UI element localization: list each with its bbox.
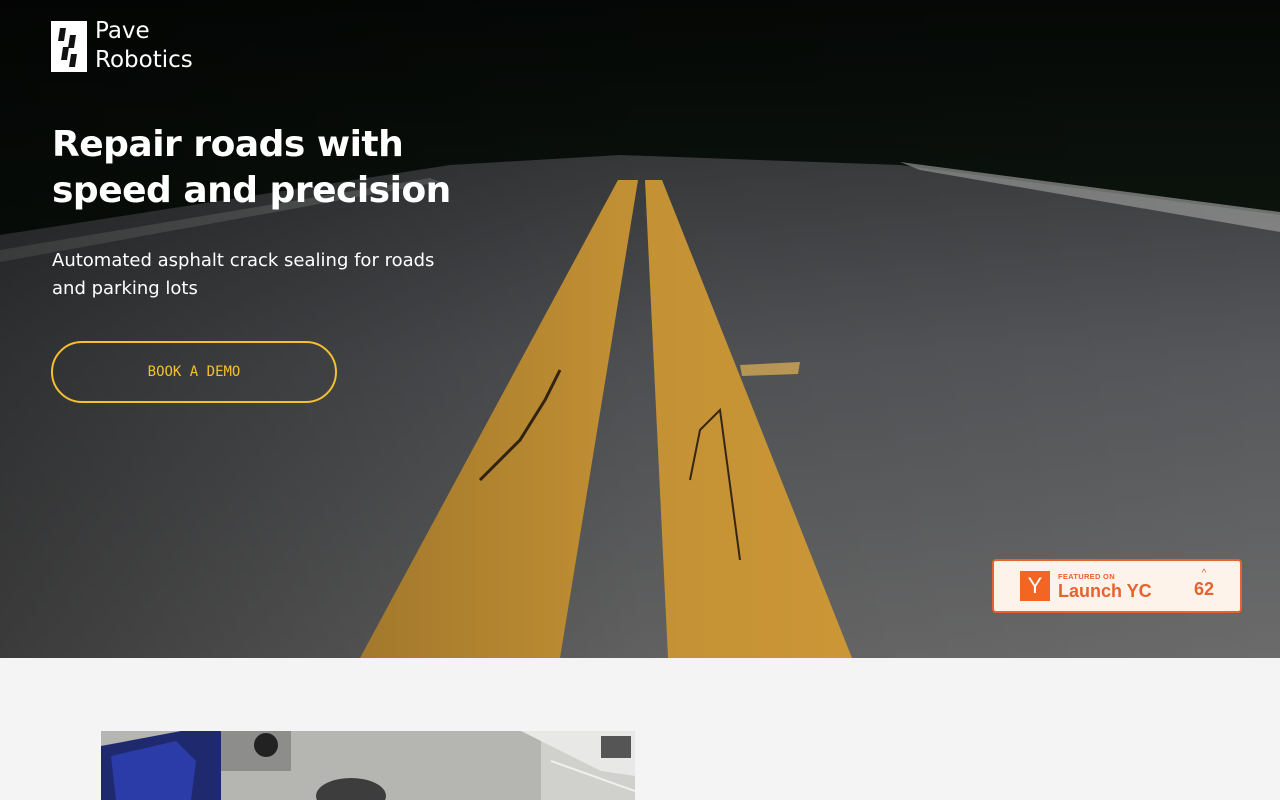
launch-yc-badge[interactable]: Y FEATURED ON Launch YC ^ 62 [992, 559, 1242, 613]
truck-aerial-photo [101, 731, 635, 800]
brand-name: Pave Robotics [95, 17, 193, 75]
content-section [0, 658, 1280, 800]
yc-featured-label: FEATURED ON [1058, 571, 1115, 581]
yc-launch-label: Launch YC [1058, 580, 1152, 601]
yc-logo-icon: Y [1020, 571, 1050, 601]
brand-name-line2: Robotics [95, 47, 193, 73]
yc-upvote[interactable]: ^ 62 [1193, 568, 1214, 600]
hero-headline: Repair roads with speed and precision [52, 124, 451, 211]
hero-subtitle: Automated asphalt crack sealing for road… [52, 250, 435, 299]
brand-name-line1: Pave [95, 18, 150, 44]
brand-logo[interactable]: Pave Robotics [51, 17, 193, 75]
pave-logo-icon [51, 20, 87, 72]
hero-section: Pave Robotics Repair roads with speed an… [0, 0, 1280, 658]
caret-up-icon: ^ [1201, 568, 1207, 579]
yc-vote-count: 62 [1193, 579, 1214, 599]
book-demo-button[interactable]: BOOK A DEMO [51, 341, 337, 403]
